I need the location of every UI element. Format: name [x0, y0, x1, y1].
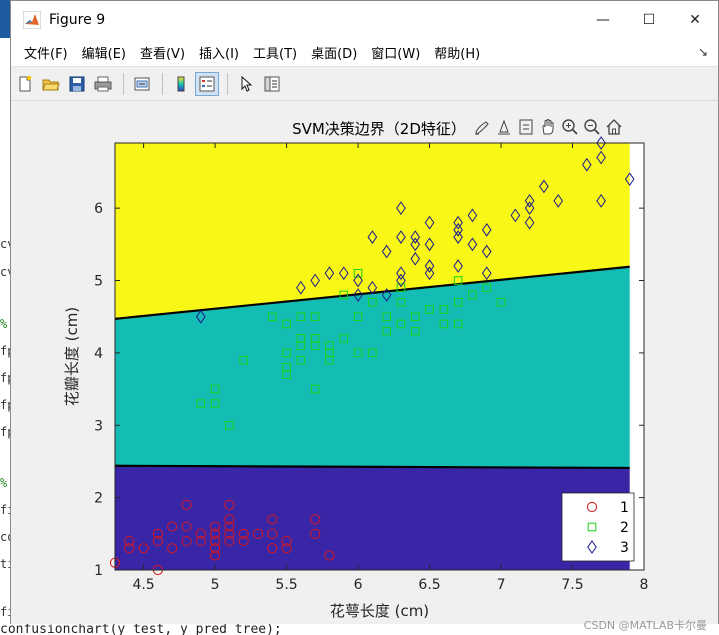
menu-edit[interactable]: 编辑(E) — [75, 43, 133, 62]
y-tick-label: 6 — [94, 201, 103, 217]
watermark: CSDN @MATLAB卡尔曼 — [583, 619, 707, 632]
figure-canvas: 4.5 5 5.5 6 6.5 7 7.5 8 1 2 3 4 5 6 SVM决策边界（2D特征） 花萼长… — [11, 102, 718, 624]
figure-window: Figure 9 — ☐ ✕ 文件(F) 编辑(E) 查看(V) 插入(I) 工… — [10, 0, 719, 624]
toolbar-separator — [162, 72, 163, 95]
x-tick-label: 7 — [497, 577, 506, 593]
menu-window[interactable]: 窗口(W) — [364, 43, 427, 62]
pan-icon[interactable] — [537, 116, 559, 138]
menu-bar: 文件(F) 编辑(E) 查看(V) 插入(I) 工具(T) 桌面(D) 窗口(W… — [11, 39, 718, 67]
x-axis-label: 花萼长度 (cm) — [330, 602, 429, 620]
open-file-icon[interactable] — [39, 72, 63, 96]
chart-svg: 4.5 5 5.5 6 6.5 7 7.5 8 1 2 3 4 5 6 SVM决策边界（2D特征） 花萼长… — [63, 120, 649, 620]
link-plot-icon[interactable] — [130, 72, 154, 96]
insert-legend-icon[interactable] — [195, 71, 219, 96]
menu-tools[interactable]: 工具(T) — [246, 43, 304, 62]
data-tips-icon[interactable] — [493, 116, 515, 138]
toolbar-separator — [227, 72, 228, 95]
title-bar: Figure 9 — ☐ ✕ — [11, 1, 718, 39]
dock-arrow-icon[interactable]: ↘ — [698, 45, 708, 59]
figure-toolbar — [11, 67, 718, 101]
menu-view[interactable]: 查看(V) — [133, 43, 192, 62]
x-tick-label: 4.5 — [132, 577, 154, 593]
x-tick-label: 6.5 — [418, 577, 440, 593]
property-inspector-icon[interactable] — [260, 72, 284, 96]
print-icon[interactable] — [91, 72, 115, 96]
home-icon[interactable] — [603, 116, 625, 138]
legend[interactable]: 1 2 3 — [561, 492, 635, 562]
legend-label: 1 — [620, 500, 629, 516]
chart-title: SVM决策边界（2D特征） — [292, 120, 466, 138]
legend-label: 3 — [620, 540, 629, 556]
window-title: Figure 9 — [49, 12, 106, 28]
background-code-line: % — [0, 476, 8, 490]
close-button[interactable]: ✕ — [672, 1, 718, 39]
legend-label: 2 — [620, 520, 629, 536]
menu-file[interactable]: 文件(F) — [17, 43, 75, 62]
menu-help[interactable]: 帮助(H) — [427, 43, 487, 62]
zoom-in-icon[interactable] — [559, 116, 581, 138]
x-tick-label: 7.5 — [561, 577, 583, 593]
restore-view-icon[interactable] — [515, 116, 537, 138]
edit-plot-icon[interactable] — [234, 72, 258, 96]
y-tick-label: 5 — [94, 274, 103, 290]
brush-icon[interactable] — [471, 116, 493, 138]
y-tick-label: 4 — [94, 346, 103, 362]
y-axis-label: 花瓣长度 (cm) — [63, 307, 81, 406]
background-tab-strip — [0, 0, 10, 38]
minimize-button[interactable]: — — [580, 1, 626, 39]
matlab-logo-icon — [23, 11, 41, 29]
save-icon[interactable] — [65, 72, 89, 96]
window-controls: — ☐ ✕ — [580, 1, 718, 39]
menu-insert[interactable]: 插入(I) — [192, 43, 246, 62]
y-tick-label: 2 — [94, 491, 103, 507]
toolbar-separator — [123, 72, 124, 95]
zoom-out-icon[interactable] — [581, 116, 603, 138]
x-tick-label: 5 — [211, 577, 220, 593]
new-figure-icon[interactable] — [13, 72, 37, 96]
insert-colorbar-icon[interactable] — [169, 72, 193, 96]
axes-toolbar — [471, 116, 625, 138]
region-class-1 — [115, 465, 630, 570]
menu-desktop[interactable]: 桌面(D) — [304, 43, 364, 62]
y-tick-label: 3 — [94, 418, 103, 434]
x-tick-label: 6 — [354, 577, 363, 593]
maximize-button[interactable]: ☐ — [626, 1, 672, 39]
background-code-line: % — [0, 317, 8, 331]
y-tick-label: 1 — [94, 563, 103, 579]
x-tick-label: 8 — [640, 577, 649, 593]
x-tick-label: 5.5 — [275, 577, 297, 593]
